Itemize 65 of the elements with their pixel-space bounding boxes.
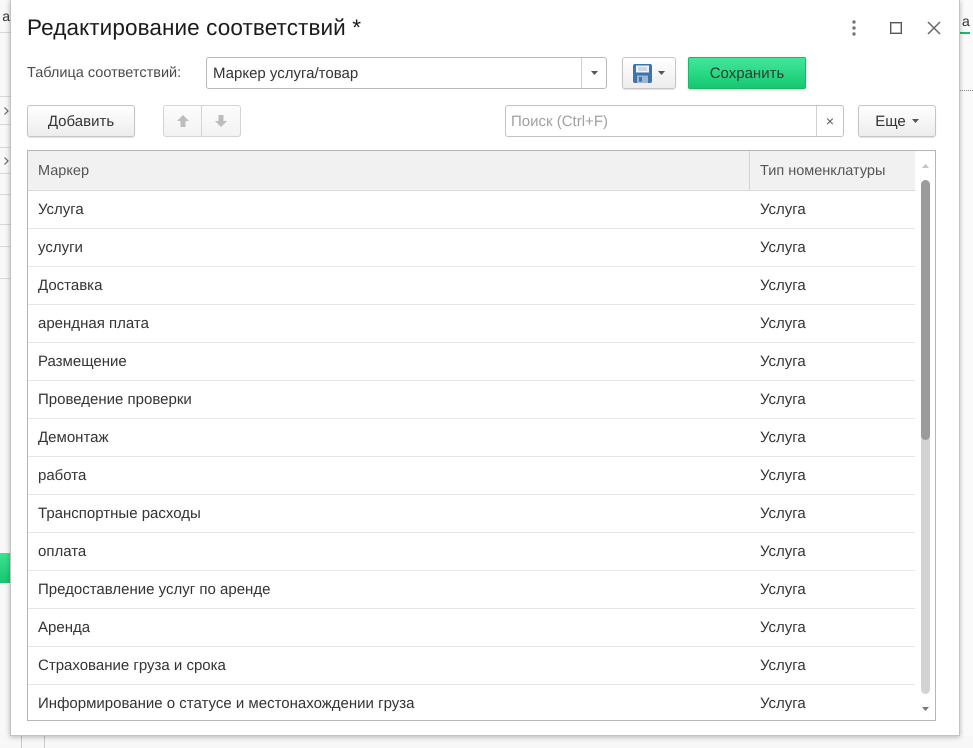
table-row[interactable]: Предоставление услуг по аренде Услуга	[28, 571, 915, 609]
save-menu-button[interactable]	[622, 57, 676, 89]
arrow-down-icon	[214, 114, 228, 128]
table-cell-text: Услуга	[759, 656, 807, 676]
table-cell-text: Размещение	[37, 352, 128, 372]
table-cell-text: Информирование о статусе и местонахождении груза	[37, 694, 416, 714]
table-cell-text: Транспортные расходы	[37, 504, 202, 524]
caret-icon	[658, 71, 665, 75]
column-header[interactable]: Маркер	[28, 151, 750, 190]
table-cell-text: Проведение проверки	[37, 390, 193, 410]
table-row[interactable]: Транспортные расходы Услуга	[28, 495, 915, 533]
table-row[interactable]: Услуга Услуга	[28, 191, 915, 229]
scroll-down-icon[interactable]	[922, 706, 928, 710]
table-cell-text: Доставка	[37, 276, 104, 296]
table-row[interactable]: Аренда Услуга	[28, 609, 915, 647]
table-cell-text: Услуга	[759, 466, 807, 486]
more-button[interactable]: Еще	[858, 105, 936, 137]
table-cell-text: Аренда	[37, 618, 92, 638]
scrollbar-track[interactable]	[920, 180, 930, 694]
table-select-field[interactable]: Маркер услуга/товар	[206, 57, 607, 89]
table-cell-text: оплата	[37, 542, 88, 562]
window-title: Редактирование соответствий *	[27, 15, 362, 41]
table-row[interactable]: работа Услуга	[28, 457, 915, 495]
table-cell-text: Услуга	[37, 200, 85, 220]
tab-label[interactable]: а	[960, 12, 970, 34]
search-field[interactable]: Поиск (Ctrl+F) ×	[505, 105, 844, 137]
chevron-icon[interactable]	[4, 106, 9, 114]
table-cell-text: Услуга	[759, 618, 807, 638]
text-fragment: а	[2, 9, 10, 23]
chevron-icon[interactable]	[4, 156, 9, 164]
table-row[interactable]: услуги Услуга	[28, 229, 915, 267]
table-cell-text: Услуга	[759, 314, 807, 334]
table-row[interactable]: оплата Услуга	[28, 533, 915, 571]
table-cell-text: Услуга	[759, 352, 807, 372]
button-fragment	[0, 553, 10, 583]
table-cell-text: Страхование груза и срока	[37, 656, 227, 676]
table-cell-text: Услуга	[759, 200, 807, 220]
table-cell-text: Услуга	[759, 542, 807, 562]
add-button[interactable]: Добавить	[27, 105, 135, 137]
table-row[interactable]: Доставка Услуга	[28, 267, 915, 305]
table-row[interactable]: Демонтаж Услуга	[28, 419, 915, 457]
caret-icon	[590, 71, 598, 75]
table-cell-text: работа	[37, 466, 88, 486]
table-cell-text: Услуга	[759, 390, 807, 410]
arrow-up-icon	[176, 114, 190, 128]
table-cell-text: Услуга	[759, 428, 807, 448]
table-cell-text: Услуга	[759, 580, 807, 600]
table-cell-text: Услуга	[759, 694, 807, 714]
table-cell-text: Демонтаж	[37, 428, 110, 448]
table-row[interactable]: Размещение Услуга	[28, 343, 915, 381]
scrollbar-thumb[interactable]	[920, 180, 930, 440]
field-label: Таблица соответствий:	[27, 65, 182, 81]
column-header[interactable]: Тип номенклатуры	[750, 151, 915, 190]
table-cell-text: Услуга	[759, 238, 807, 258]
table-cell-text: арендная плата	[37, 314, 150, 334]
save-button[interactable]: Сохранить	[688, 57, 806, 89]
table-cell-text: услуги	[37, 238, 84, 258]
table-cell-text: Услуга	[759, 504, 807, 524]
clear-button[interactable]: ×	[816, 106, 843, 136]
table-row[interactable]: арендная плата Услуга	[28, 305, 915, 343]
table-cell-text: Услуга	[759, 276, 807, 296]
table-row[interactable]: Проведение проверки Услуга	[28, 381, 915, 419]
table-cell-text: Предоставление услуг по аренде	[37, 580, 272, 600]
caret-icon	[912, 119, 919, 123]
table-row[interactable]: Страхование груза и срока Услуга	[28, 647, 915, 685]
